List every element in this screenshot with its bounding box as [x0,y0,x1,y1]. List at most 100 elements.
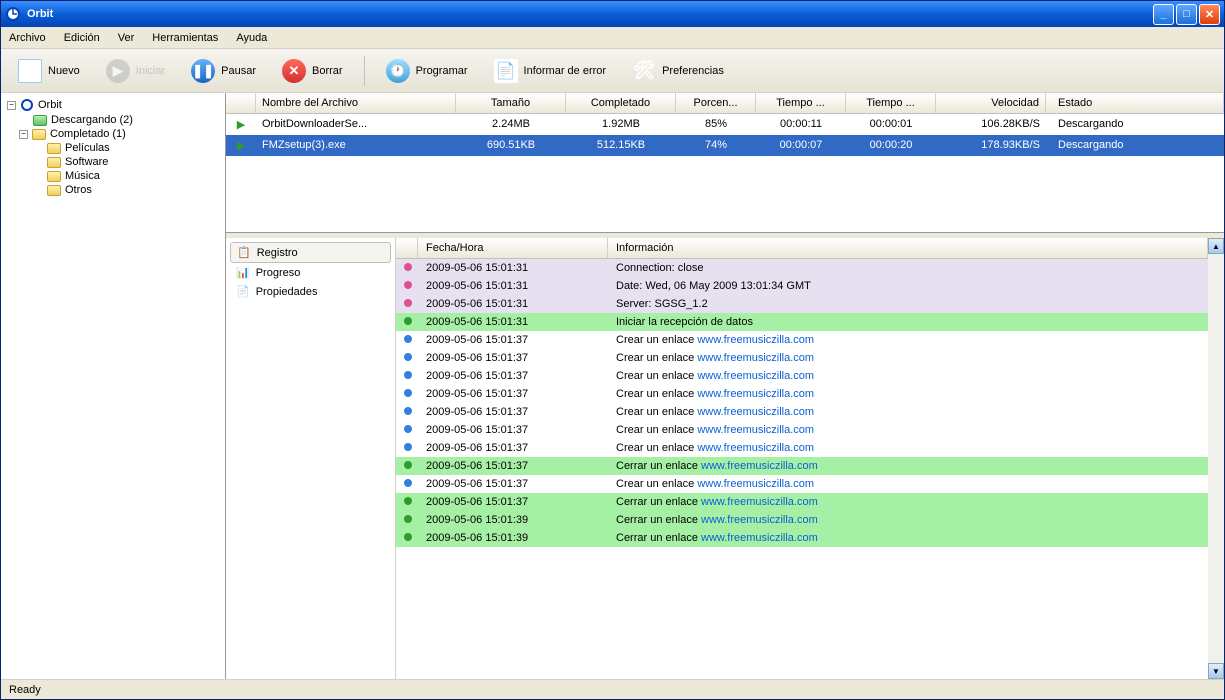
borrar-button[interactable]: ✕ Borrar [273,54,352,88]
log-link[interactable]: www.freemusiczilla.com [697,442,814,454]
menu-herramientas[interactable]: Herramientas [152,32,218,44]
log-body: 2009-05-06 15:01:31 Connection: close 20… [396,259,1208,547]
log-link[interactable]: www.freemusiczilla.com [697,352,814,364]
log-row-info: Crear un enlace www.freemusiczilla.com [608,476,1208,492]
nuevo-button[interactable]: Nuevo [9,54,89,88]
log-row[interactable]: 2009-05-06 15:01:37 Crear un enlace www.… [396,475,1208,493]
log-link[interactable]: www.freemusiczilla.com [697,406,814,418]
menu-ver[interactable]: Ver [118,32,135,44]
chart-icon: 📊 [236,266,250,279]
tree-root[interactable]: − Orbit [5,97,221,113]
bottom-pane: 📋 Registro 📊 Progreso 📄 Propiedades [226,238,1224,679]
col-completed[interactable]: Completado [566,93,676,113]
log-row[interactable]: 2009-05-06 15:01:37 Crear un enlace www.… [396,331,1208,349]
download-row[interactable]: ▶ FMZsetup(3).exe 690.51KB 512.15KB 74% … [226,135,1224,156]
cell-percent: 85% [676,116,756,133]
cell-time2: 00:00:01 [846,116,936,133]
tab-registro[interactable]: 📋 Registro [230,242,391,263]
log-link[interactable]: www.freemusiczilla.com [697,388,814,400]
log-col-info[interactable]: Información [608,238,1208,258]
tree-musica[interactable]: Música [5,169,221,183]
main-area: − Orbit Descargando (2) − Completado (1)… [1,93,1224,679]
titlebar[interactable]: Orbit _ □ ✕ [1,1,1224,27]
cell-status: Descargando [1046,137,1224,154]
log-row-time: 2009-05-06 15:01:37 [418,422,608,438]
cell-name: OrbitDownloaderSe... [256,116,456,133]
tab-propiedades[interactable]: 📄 Propiedades [230,282,391,301]
informar-button[interactable]: 📄 Informar de error [485,54,616,88]
col-name[interactable]: Nombre del Archivo [256,93,456,113]
tree-descargando[interactable]: Descargando (2) [5,113,221,127]
log-row[interactable]: 2009-05-06 15:01:37 Crear un enlace www.… [396,367,1208,385]
menu-archivo[interactable]: Archivo [9,32,46,44]
log-row[interactable]: 2009-05-06 15:01:31 Connection: close [396,259,1208,277]
log-row[interactable]: 2009-05-06 15:01:31 Server: SGSG_1.2 [396,295,1208,313]
tree-peliculas[interactable]: Películas [5,141,221,155]
log-row-info: Cerrar un enlace www.freemusiczilla.com [608,512,1208,528]
tab-progreso[interactable]: 📊 Progreso [230,263,391,282]
col-percent[interactable]: Porcen... [676,93,756,113]
scroll-up-button[interactable]: ▲ [1208,238,1224,254]
scroll-down-button[interactable]: ▼ [1208,663,1224,679]
log-header: Fecha/Hora Información [396,238,1208,259]
log-link[interactable]: www.freemusiczilla.com [697,370,814,382]
preferencias-button[interactable]: 🛠 Preferencias [623,54,733,88]
tree-otros[interactable]: Otros [5,183,221,197]
pausar-button[interactable]: ❚❚ Pausar [182,54,265,88]
close-button[interactable]: ✕ [1199,4,1220,25]
log-row[interactable]: 2009-05-06 15:01:37 Cerrar un enlace www… [396,457,1208,475]
log-row-icon [396,278,418,294]
tree-software[interactable]: Software [5,155,221,169]
log-col-time[interactable]: Fecha/Hora [418,238,608,258]
log-col-icon[interactable] [396,238,418,258]
log-row[interactable]: 2009-05-06 15:01:37 Crear un enlace www.… [396,439,1208,457]
col-time2[interactable]: Tiempo ... [846,93,936,113]
tree-completado-label: Completado (1) [50,128,126,140]
iniciar-button[interactable]: ▶ Iniciar [97,54,174,88]
download-row[interactable]: ▶ OrbitDownloaderSe... 2.24MB 1.92MB 85%… [226,114,1224,135]
tools-icon: 🛠 [632,59,656,83]
separator [364,56,365,86]
tree-descargando-label: Descargando (2) [51,114,133,126]
col-speed[interactable]: Velocidad [936,93,1046,113]
scroll-track[interactable] [1208,254,1224,663]
pausar-label: Pausar [221,65,256,77]
log-row-time: 2009-05-06 15:01:37 [418,458,608,474]
log-row[interactable]: 2009-05-06 15:01:31 Iniciar la recepción… [396,313,1208,331]
log-row[interactable]: 2009-05-06 15:01:39 Cerrar un enlace www… [396,529,1208,547]
log-row[interactable]: 2009-05-06 15:01:31 Date: Wed, 06 May 20… [396,277,1208,295]
col-time1[interactable]: Tiempo ... [756,93,846,113]
tree-completado[interactable]: − Completado (1) [5,127,221,141]
log-row[interactable]: 2009-05-06 15:01:37 Crear un enlace www.… [396,349,1208,367]
log-row[interactable]: 2009-05-06 15:01:37 Crear un enlace www.… [396,385,1208,403]
log-link[interactable]: www.freemusiczilla.com [701,514,818,526]
log-row[interactable]: 2009-05-06 15:01:37 Crear un enlace www.… [396,403,1208,421]
log-row-time: 2009-05-06 15:01:37 [418,440,608,456]
log-link[interactable]: www.freemusiczilla.com [697,478,814,490]
app-icon [5,6,21,22]
log-row[interactable]: 2009-05-06 15:01:37 Cerrar un enlace www… [396,493,1208,511]
expander-icon[interactable]: − [7,101,16,110]
col-icon[interactable] [226,93,256,113]
expander-icon[interactable]: − [19,130,28,139]
cell-percent: 74% [676,137,756,154]
menu-ayuda[interactable]: Ayuda [236,32,267,44]
log-panel: Fecha/Hora Información 2009-05-06 15:01:… [396,238,1208,679]
menu-edicion[interactable]: Edición [64,32,100,44]
log-row[interactable]: 2009-05-06 15:01:39 Cerrar un enlace www… [396,511,1208,529]
log-link[interactable]: www.freemusiczilla.com [697,334,814,346]
log-link[interactable]: www.freemusiczilla.com [697,424,814,436]
log-link[interactable]: www.freemusiczilla.com [701,532,818,544]
play-icon: ▶ [106,59,130,83]
minimize-button[interactable]: _ [1153,4,1174,25]
log-row-info: Server: SGSG_1.2 [608,296,1208,312]
vertical-scrollbar[interactable]: ▲ ▼ [1208,238,1224,679]
programar-button[interactable]: 🕐 Programar [377,54,477,88]
col-size[interactable]: Tamaño [456,93,566,113]
log-link[interactable]: www.freemusiczilla.com [701,460,818,472]
col-status[interactable]: Estado [1046,93,1224,113]
log-link[interactable]: www.freemusiczilla.com [701,496,818,508]
log-row[interactable]: 2009-05-06 15:01:37 Crear un enlace www.… [396,421,1208,439]
maximize-button[interactable]: □ [1176,4,1197,25]
toolbar: Nuevo ▶ Iniciar ❚❚ Pausar ✕ Borrar 🕐 Pro… [1,49,1224,93]
